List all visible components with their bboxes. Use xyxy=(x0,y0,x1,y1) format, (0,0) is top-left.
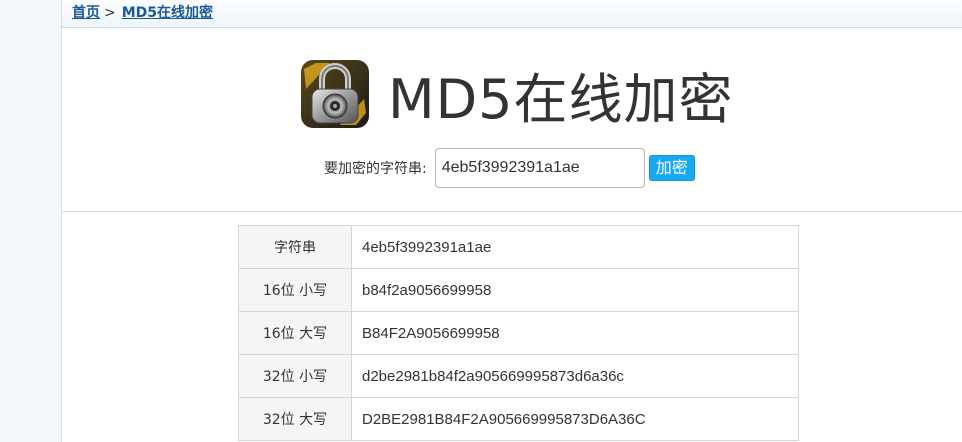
encrypt-button[interactable]: 加密 xyxy=(648,155,695,181)
table-row: 32位 大写 D2BE2981B84F2A905669995873D6A36C xyxy=(238,397,799,441)
input-label: 要加密的字符串: xyxy=(324,161,427,177)
row-key: 16位 大写 xyxy=(238,311,352,355)
left-sidebar-strip xyxy=(0,0,62,442)
row-value: B84F2A9056699958 xyxy=(351,311,799,355)
breadcrumb-separator: > xyxy=(104,5,116,21)
row-value: d2be2981b84f2a905669995873d6a36c xyxy=(351,354,799,398)
breadcrumb-home-link[interactable]: 首页 xyxy=(72,5,100,21)
table-row: 16位 大写 B84F2A9056699958 xyxy=(238,311,799,355)
row-value: 4eb5f3992391a1ae xyxy=(351,225,799,269)
row-value: D2BE2981B84F2A905669995873D6A36C xyxy=(351,397,799,441)
row-key: 字符串 xyxy=(238,225,352,269)
encrypt-form: 要加密的字符串: 加密 xyxy=(324,148,695,188)
table-row: 字符串 4eb5f3992391a1ae xyxy=(238,225,799,269)
page-header: MD5在线加密 xyxy=(300,56,734,132)
breadcrumb: 首页 > MD5在线加密 xyxy=(62,0,962,28)
padlock-icon xyxy=(301,60,369,128)
page-title: MD5在线加密 xyxy=(388,67,734,131)
page: 首页 > MD5在线加密 MD5在线加密 要加密的字符串: 4eb5f39923… xyxy=(0,0,962,442)
row-key: 32位 大写 xyxy=(238,397,352,441)
row-key: 32位 小写 xyxy=(238,354,352,398)
string-input[interactable] xyxy=(434,148,645,188)
table-row: 16位 小写 b84f2a9056699958 xyxy=(238,268,799,312)
table-row: 32位 小写 d2be2981b84f2a905669995873d6a36c xyxy=(238,354,799,398)
breadcrumb-current-link[interactable]: MD5在线加密 xyxy=(122,5,213,21)
result-table: 字符串 4eb5f3992391a1ae 16位 小写 b84f2a905669… xyxy=(238,225,799,441)
section-divider xyxy=(62,211,962,212)
row-key: 16位 小写 xyxy=(238,268,352,312)
row-value: b84f2a9056699958 xyxy=(351,268,799,312)
